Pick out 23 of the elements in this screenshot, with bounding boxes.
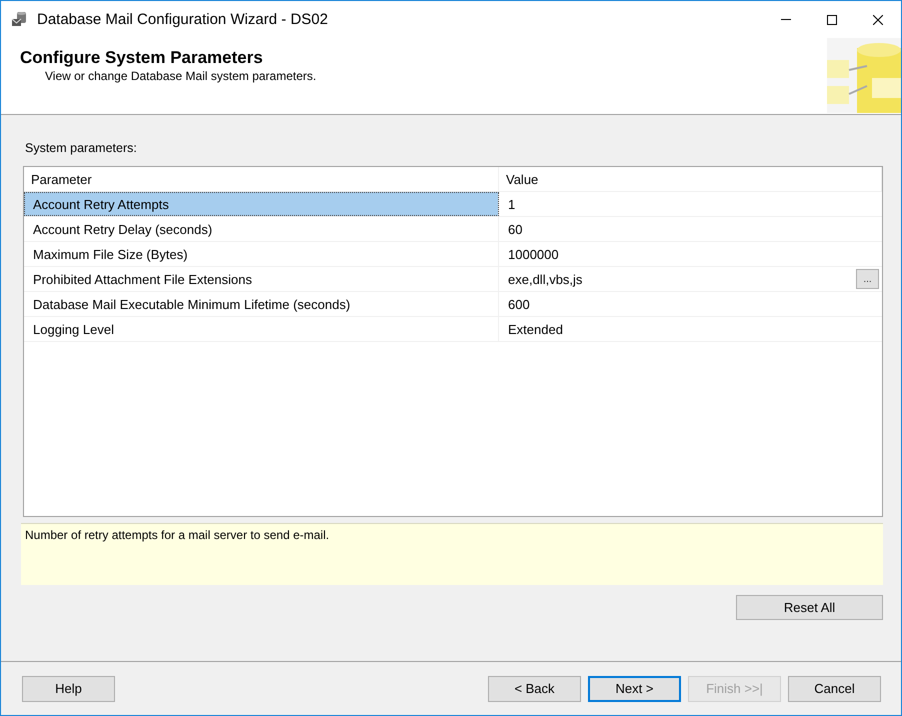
reset-button[interactable]: Reset All: [736, 595, 883, 620]
close-icon: [873, 14, 883, 24]
page-title: Configure System Parameters: [20, 48, 263, 68]
database-mail-icon: [11, 11, 28, 28]
value-cell[interactable]: 1: [499, 192, 882, 216]
maximize-icon: [827, 14, 837, 24]
value-cell[interactable]: 1000000: [499, 242, 882, 266]
browse-button[interactable]: ...: [856, 269, 879, 289]
value-cell[interactable]: Extended: [499, 317, 882, 341]
page-subtitle: View or change Database Mail system parameters.: [45, 69, 316, 83]
footer-button[interactable]: Help: [22, 676, 115, 702]
value-field[interactable]: exe,dll,vbs,js ...: [499, 267, 882, 291]
default-button[interactable]: Next >: [588, 676, 681, 702]
window-title: Database Mail Configuration Wizard - DS02: [37, 11, 329, 28]
description-text: Number of retry attempts for a mail server to send e-mail.: [21, 523, 883, 585]
minimize-icon: [781, 19, 791, 20]
footer-button[interactable]: < Back: [488, 676, 581, 702]
grid-label: System parameters:: [25, 141, 137, 155]
parameter-cell[interactable]: Account Retry Attempts: [24, 192, 499, 216]
value-text: exe,dll,vbs,js: [508, 272, 584, 286]
value-cell[interactable]: 600: [499, 292, 882, 316]
value-cell[interactable]: 60: [499, 217, 882, 241]
footer-button[interactable]: Cancel: [788, 676, 881, 702]
